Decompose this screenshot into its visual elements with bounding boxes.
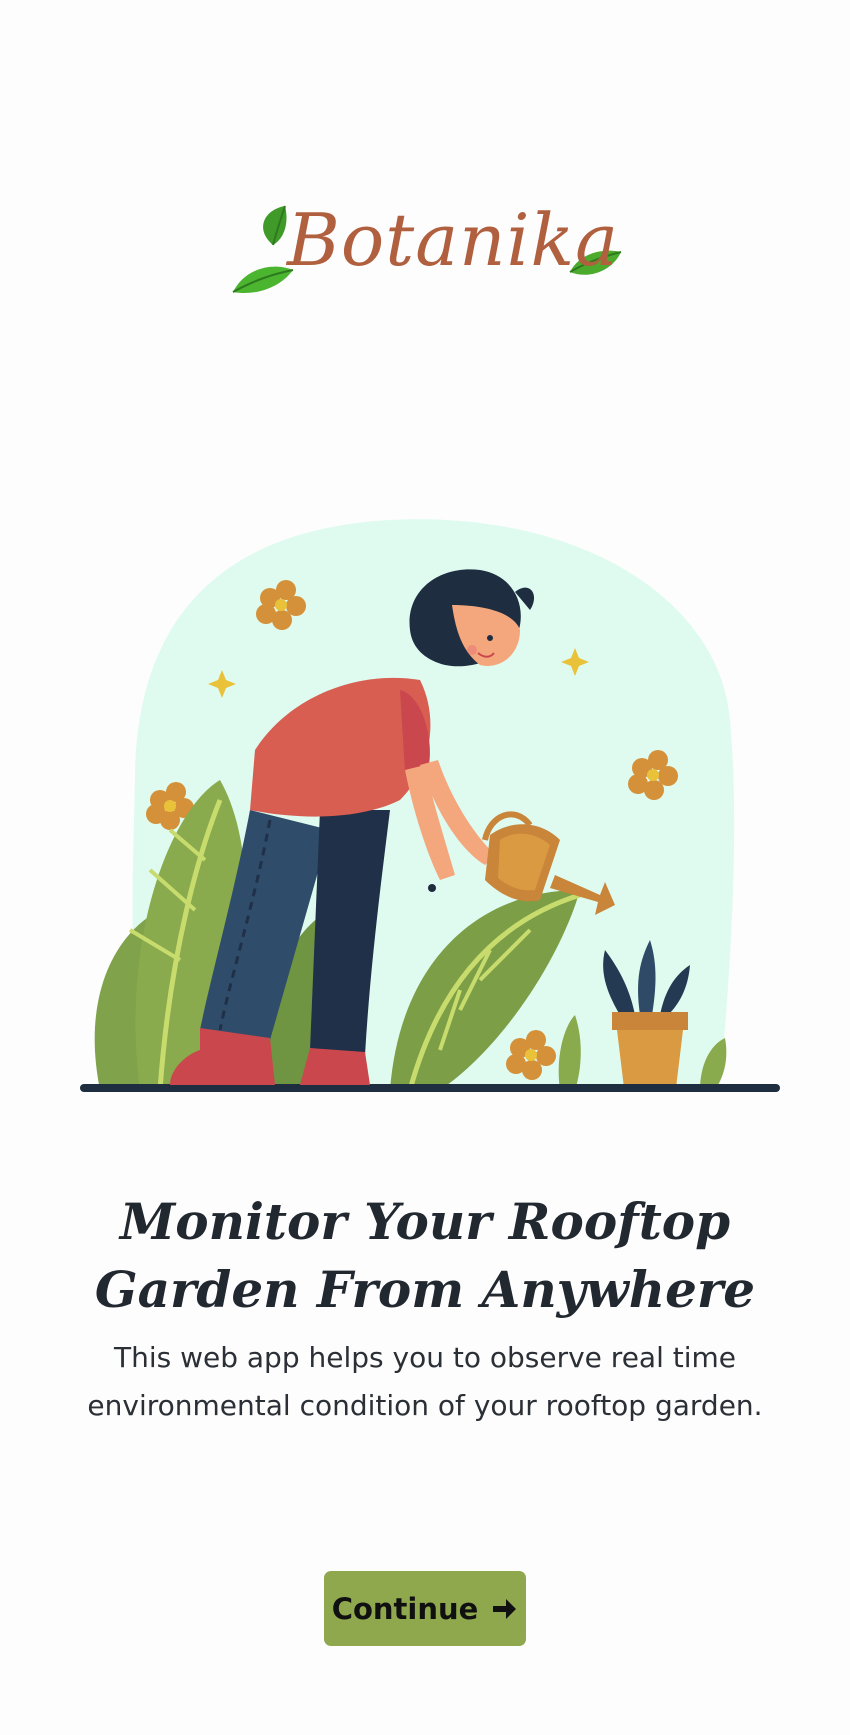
title-line-2: Garden From Anywhere — [94, 1260, 756, 1319]
brand-logo: Botanika — [225, 200, 625, 300]
gardener-illustration — [80, 519, 780, 1092]
page-description: This web app helps you to observe real t… — [60, 1334, 790, 1430]
title-line-1: Monitor Your Rooftop — [119, 1192, 731, 1251]
brand-name: Botanika — [287, 198, 620, 282]
hero-illustration — [60, 510, 800, 1110]
page-title: Monitor Your Rooftop Garden From Anywher… — [0, 1188, 850, 1324]
description-line-2: environmental condition of your rooftop … — [87, 1389, 763, 1422]
arrow-right-icon — [490, 1595, 518, 1623]
continue-label: Continue — [331, 1591, 479, 1626]
continue-button[interactable]: Continue — [324, 1571, 526, 1646]
description-line-1: This web app helps you to observe real t… — [113, 1341, 737, 1374]
